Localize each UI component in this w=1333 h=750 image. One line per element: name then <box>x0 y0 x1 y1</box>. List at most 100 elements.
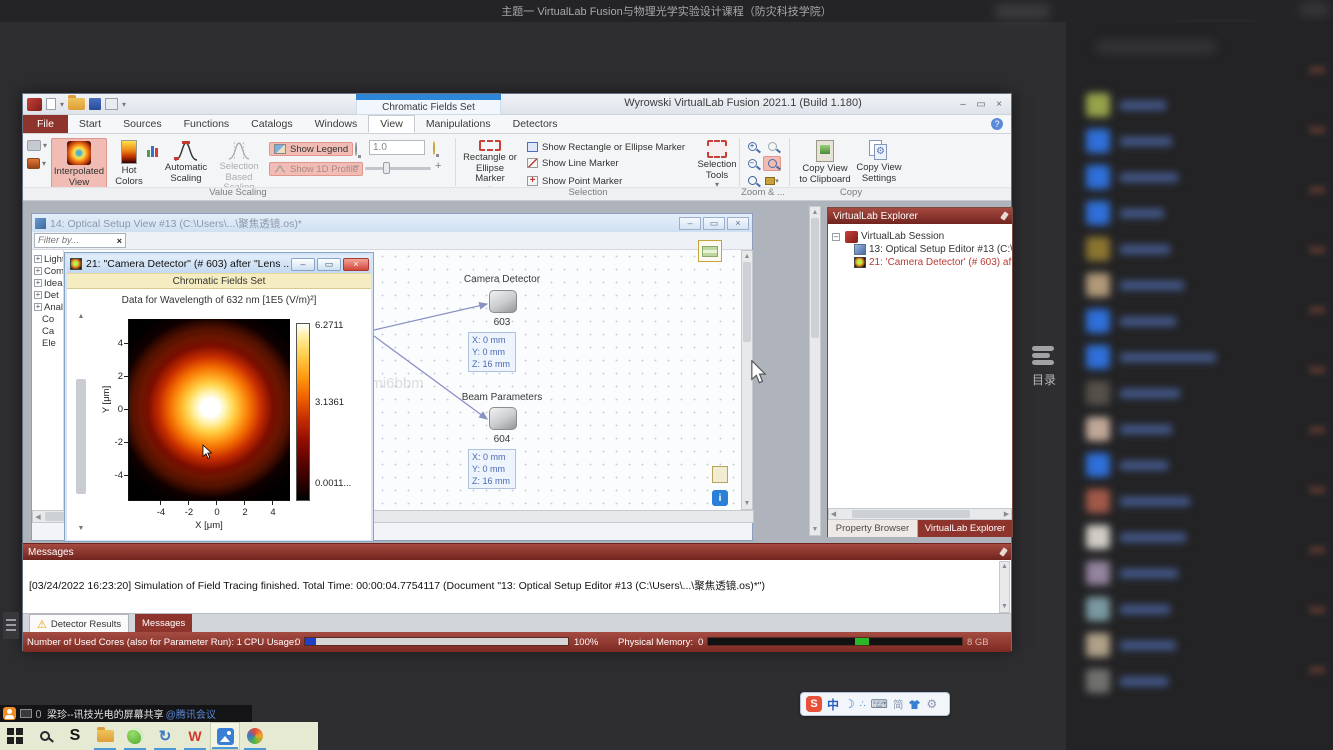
pin-icon[interactable] <box>999 547 1008 556</box>
sync-app-button[interactable]: ↻ <box>150 722 180 750</box>
mdi-vertical-scrollbar[interactable]: ▲ ▼ <box>809 206 821 536</box>
participant-row[interactable] <box>1086 344 1216 370</box>
share-suffix[interactable]: @腾讯会议 <box>166 706 216 721</box>
scroll-up-icon[interactable]: ▲ <box>742 251 752 261</box>
skin-icon[interactable] <box>908 699 921 710</box>
tree-item[interactable]: +Light <box>34 253 63 265</box>
brightness-slider-track[interactable] <box>365 167 431 170</box>
messages-title-bar[interactable]: Messages <box>23 544 1011 560</box>
participant-row[interactable] <box>1086 236 1170 262</box>
show-point-marker-toggle[interactable]: + Show Point Marker <box>527 174 622 188</box>
scroll-down-icon[interactable]: ▼ <box>1000 602 1009 611</box>
scroll-up-icon[interactable]: ▲ <box>810 207 820 217</box>
contextual-tab[interactable]: Chromatic Fields Set <box>356 100 501 115</box>
tree-item[interactable]: +Det <box>34 289 63 301</box>
export-icon[interactable] <box>105 98 118 110</box>
participant-row[interactable] <box>1086 200 1164 226</box>
tree-item[interactable]: +Ideal <box>34 277 63 289</box>
dock-handle[interactable] <box>3 612 19 639</box>
tab-file[interactable]: File <box>23 115 68 133</box>
scrollbar-thumb[interactable] <box>852 510 970 518</box>
help-icon[interactable]: ? <box>991 118 1003 130</box>
participant-row[interactable] <box>1086 632 1176 658</box>
minimize-icon[interactable]: – <box>679 217 701 230</box>
maximize-icon[interactable]: ▭ <box>972 97 990 111</box>
scroll-up-icon[interactable]: ▲ <box>73 311 89 321</box>
zoom-out-button[interactable]: – <box>743 156 761 171</box>
participant-row[interactable] <box>1086 452 1168 478</box>
tab-detectors[interactable]: Detectors <box>502 115 569 133</box>
tree-item[interactable]: +Com <box>34 265 63 277</box>
new-document-icon[interactable] <box>46 98 56 110</box>
zoom-all-button[interactable] <box>743 173 761 188</box>
camera-detector-node[interactable] <box>489 290 517 313</box>
explorer-title-bar[interactable]: VirtualLab Explorer <box>828 208 1012 224</box>
copy-view-settings-button[interactable]: ⚙ Copy View Settings <box>855 138 903 194</box>
interpolated-view-button[interactable]: Interpolated View <box>51 138 107 194</box>
maximize-icon[interactable]: ▭ <box>703 217 725 230</box>
info-icon[interactable]: i <box>712 490 728 506</box>
wps-button[interactable]: W <box>180 722 210 750</box>
sogou-logo-icon[interactable]: S <box>806 696 822 712</box>
participant-row[interactable] <box>1086 92 1166 118</box>
slider-plus-icon[interactable]: + <box>435 160 441 172</box>
slider-minus-icon[interactable]: – <box>353 160 359 172</box>
participant-row[interactable] <box>1086 272 1184 298</box>
show-1d-profile-toggle[interactable]: Show 1D Profile <box>269 162 363 176</box>
meeting-app-button[interactable] <box>210 722 240 750</box>
participant-row[interactable] <box>1086 668 1168 694</box>
start-button[interactable] <box>0 722 30 750</box>
log-document-icon[interactable] <box>712 466 728 483</box>
tab-catalogs[interactable]: Catalogs <box>240 115 303 133</box>
keyboard-icon[interactable]: ⌨ <box>871 697 888 711</box>
scroll-right-icon[interactable]: ▶ <box>1002 510 1011 518</box>
browser-button[interactable] <box>120 722 150 750</box>
tab-manipulations[interactable]: Manipulations <box>415 115 502 133</box>
copy-view-clipboard-button[interactable]: Copy View to Clipboard <box>799 138 851 194</box>
hot-colors-button[interactable]: Hot Colors <box>111 138 147 194</box>
maximize-icon[interactable]: ▭ <box>317 258 341 271</box>
ime-mode-chinese[interactable]: 中 <box>827 696 839 713</box>
scroll-up-icon[interactable]: ▲ <box>1000 562 1009 571</box>
search-button[interactable] <box>30 722 60 750</box>
tab-windows[interactable]: Windows <box>304 115 369 133</box>
tab-view[interactable]: View <box>368 115 415 133</box>
show-line-marker-toggle[interactable]: Show Line Marker <box>527 156 619 170</box>
clear-filter-icon[interactable]: × <box>114 236 125 246</box>
document-vertical-scrollbar[interactable]: ▲ ▼ <box>741 250 753 510</box>
detector-results-icon[interactable] <box>698 240 722 262</box>
scrollbar-thumb[interactable] <box>811 218 819 338</box>
document-title-bar[interactable]: 14: Optical Setup View #13 (C:\Users\...… <box>32 214 752 232</box>
brightness-slider-thumb[interactable] <box>383 162 390 174</box>
tab-start[interactable]: Start <box>68 115 112 133</box>
dots-icon[interactable]: ∴ <box>860 699 866 710</box>
participant-row[interactable] <box>1086 416 1172 442</box>
result-window-title-bar[interactable]: 21: "Camera Detector" (# 603) after "Len… <box>67 255 371 273</box>
scroll-down-icon[interactable]: ▼ <box>810 524 820 534</box>
participant-row[interactable] <box>1086 560 1178 586</box>
participant-row[interactable] <box>1086 128 1172 154</box>
scroll-left-icon[interactable]: ◀ <box>829 510 838 518</box>
pin-icon[interactable] <box>1000 211 1009 220</box>
save-icon[interactable] <box>89 98 101 110</box>
open-folder-icon[interactable] <box>68 98 85 110</box>
minimize-icon[interactable]: – <box>954 97 972 111</box>
show-legend-toggle[interactable]: Show Legend <box>269 142 353 156</box>
scroll-down-icon[interactable]: ▼ <box>73 523 89 533</box>
session-node[interactable]: – VirtualLab Session <box>832 230 1012 243</box>
tab-virtuallab-explorer[interactable]: VirtualLab Explorer <box>918 520 1012 537</box>
heatmap-plot[interactable] <box>128 319 290 501</box>
automatic-scaling-button[interactable]: Automatic Scaling <box>161 138 211 194</box>
tab-detector-results[interactable]: ⚠ Detector Results <box>29 614 129 633</box>
ime-simplified[interactable]: 简 <box>893 697 904 712</box>
tree-item[interactable]: +Anal <box>34 301 63 313</box>
beam-parameters-node[interactable] <box>489 407 517 430</box>
toc-button[interactable]: 目录 <box>1026 344 1062 400</box>
minimize-icon[interactable]: – <box>291 258 315 271</box>
brightness-input[interactable] <box>369 140 425 155</box>
setup-editor-item[interactable]: 13: Optical Setup Editor #13 (C:\Us... <box>832 243 1012 256</box>
detector-result-item[interactable]: 21: 'Camera Detector' (# 603) after <box>832 256 1012 269</box>
false-color-icon[interactable] <box>147 144 160 157</box>
tab-property-browser[interactable]: Property Browser <box>828 520 918 537</box>
tab-functions[interactable]: Functions <box>173 115 241 133</box>
